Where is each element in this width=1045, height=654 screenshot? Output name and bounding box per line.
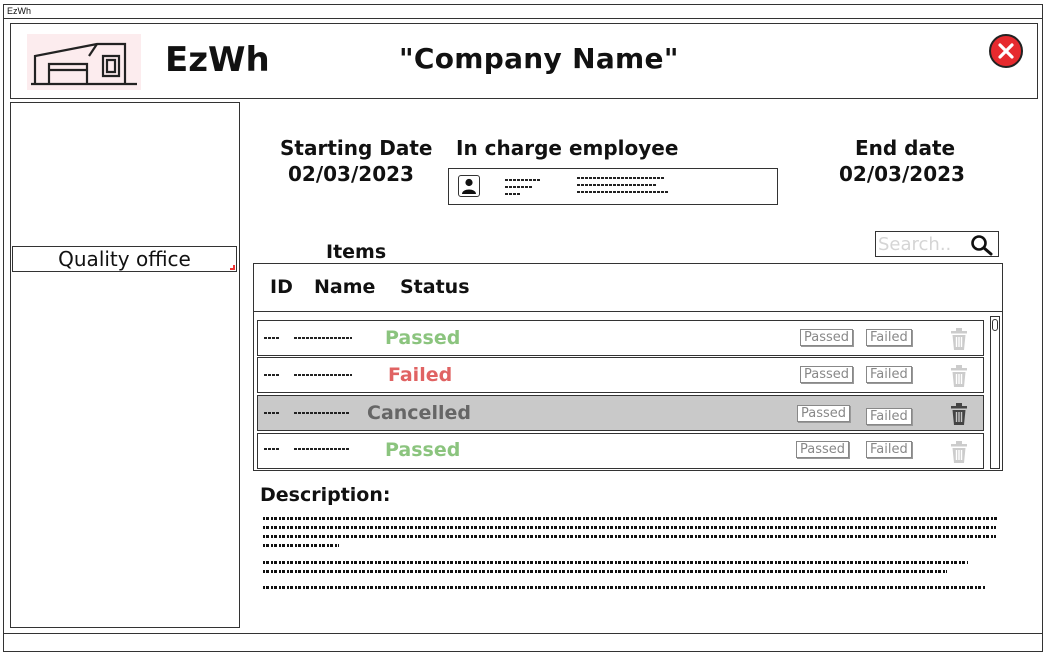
employee-text-line — [505, 186, 533, 188]
row-name — [294, 374, 352, 376]
warehouse-logo-icon — [27, 34, 141, 90]
employee-text-line — [577, 191, 669, 193]
row-name — [294, 448, 350, 450]
description-text-line — [263, 544, 339, 547]
passed-button[interactable]: Passed — [796, 441, 850, 458]
end-date-label: End date — [855, 136, 956, 160]
passed-button[interactable]: Passed — [800, 329, 854, 346]
starting-date-label: Starting Date — [280, 136, 433, 160]
header: EzWh "Company Name" — [10, 23, 1038, 99]
trash-icon[interactable] — [948, 402, 970, 426]
failed-button[interactable]: Failed — [866, 441, 912, 458]
description-text-line — [263, 561, 968, 564]
app-name: EzWh — [165, 40, 270, 80]
window-title: EzWh — [4, 5, 1042, 19]
scrollbar-thumb[interactable] — [992, 319, 998, 331]
employee-text-line — [577, 184, 657, 186]
employee-card[interactable] — [448, 168, 778, 205]
resize-handle — [230, 265, 235, 270]
sidebar-item-quality-office[interactable]: Quality office — [12, 246, 237, 272]
status-badge: Cancelled — [367, 402, 471, 424]
failed-button[interactable]: Failed — [866, 408, 912, 425]
table-row[interactable]: Cancelled Passed Failed — [257, 395, 984, 431]
row-name — [294, 337, 352, 339]
failed-button[interactable]: Failed — [866, 329, 912, 346]
trash-icon[interactable] — [948, 440, 970, 464]
table-header: ID Name Status — [254, 264, 1002, 312]
trash-icon[interactable] — [948, 327, 970, 351]
row-name — [294, 412, 350, 414]
row-id — [264, 412, 280, 414]
table-row[interactable]: Passed Passed Failed — [257, 320, 984, 356]
failed-button[interactable]: Failed — [866, 366, 912, 383]
description-text-line — [263, 535, 996, 538]
employee-text-line — [577, 177, 665, 179]
status-badge: Passed — [385, 327, 461, 349]
trash-icon[interactable] — [948, 364, 970, 388]
company-name: "Company Name" — [399, 42, 679, 75]
sidebar-item-label: Quality office — [58, 247, 191, 271]
user-icon — [458, 175, 480, 197]
column-header-name: Name — [314, 276, 376, 298]
search-input[interactable] — [878, 233, 966, 255]
column-header-status: Status — [400, 276, 470, 298]
column-header-id: ID — [270, 276, 293, 298]
items-table: ID Name Status Passed Passed Failed Fail… — [253, 263, 1003, 471]
footer-bar — [3, 633, 1043, 634]
table-row[interactable]: Passed Passed Failed — [257, 433, 984, 469]
row-id — [264, 374, 280, 376]
starting-date-value: 02/03/2023 — [288, 162, 414, 186]
description-text-line — [263, 517, 998, 520]
status-badge: Failed — [388, 364, 453, 386]
row-id — [264, 337, 280, 339]
description-text-line — [263, 570, 947, 573]
description-text-line — [263, 526, 996, 529]
items-label: Items — [326, 241, 387, 263]
row-id — [264, 448, 280, 450]
close-button[interactable] — [989, 34, 1023, 68]
description-label: Description: — [260, 484, 391, 506]
description-text-line — [263, 586, 985, 589]
employee-text-line — [505, 179, 541, 181]
table-row[interactable]: Failed Passed Failed — [257, 357, 984, 393]
employee-label: In charge employee — [456, 136, 679, 160]
search-icon[interactable] — [970, 234, 994, 256]
close-icon — [998, 43, 1014, 59]
employee-text-line — [505, 193, 521, 195]
sidebar: Quality office — [10, 102, 240, 628]
passed-button[interactable]: Passed — [797, 405, 851, 422]
end-date-value: 02/03/2023 — [839, 162, 965, 186]
search-box[interactable] — [875, 231, 999, 257]
passed-button[interactable]: Passed — [800, 366, 854, 383]
table-scrollbar[interactable] — [990, 316, 1000, 469]
status-badge: Passed — [385, 439, 461, 461]
